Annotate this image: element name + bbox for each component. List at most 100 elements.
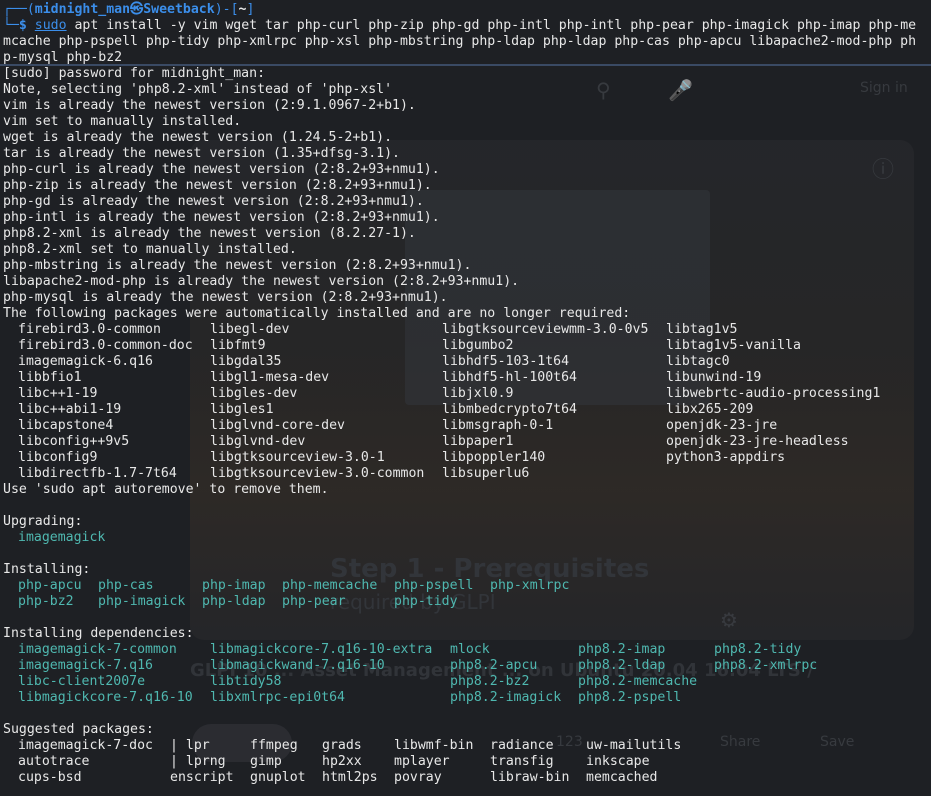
package-name: libgl1-mesa-dev: [210, 370, 330, 385]
prompt-skull-icon: ㉿: [130, 2, 144, 17]
package-name: libgtksourceviewmm-3.0-0v5: [442, 322, 649, 337]
output-line: vim is already the newest version (2:9.1…: [3, 98, 416, 113]
package-name: libdirectfb-1.7-7t64: [18, 466, 177, 481]
package-name: libconfig++9v5: [18, 434, 130, 449]
package-name: libtag1v5-vanilla: [666, 338, 801, 353]
package-name: libgtksourceview-3.0-1: [210, 450, 385, 465]
package-name: gimp: [250, 754, 282, 769]
package-name: php-memcache: [282, 578, 378, 593]
package-name: libegl-dev: [210, 322, 290, 337]
output-line: tar is already the newest version (1.35+…: [3, 146, 400, 161]
package-name: ffmpeg: [250, 738, 298, 753]
output-line: php-curl is already the newest version (…: [3, 162, 440, 177]
package-name: php8.2-imagick: [450, 690, 562, 705]
output-line: Note, selecting 'php8.2-xml' instead of …: [3, 82, 393, 97]
package-name: php-bz2: [18, 594, 74, 609]
installing-header: Installing:: [3, 562, 91, 577]
package-name: povray: [394, 770, 442, 785]
package-name: libmsgraph-0-1: [442, 418, 554, 433]
package-name: libglvnd-dev: [210, 434, 306, 449]
output-line: wget is already the newest version (1.24…: [3, 130, 393, 145]
package-name: imagemagick-7-common: [18, 642, 177, 657]
package-name: libtag1v5: [666, 322, 738, 337]
package-name: html2ps: [322, 770, 378, 785]
package-name: uw-mailutils: [586, 738, 682, 753]
package-name: libpoppler140: [442, 450, 546, 465]
package-name: mplayer: [394, 754, 450, 769]
package-name: libsuperlu6: [442, 466, 530, 481]
package-name: php-imagick: [98, 594, 186, 609]
package-name: libmbedcrypto7t64: [442, 402, 577, 417]
package-name: firebird3.0-common: [18, 322, 161, 337]
autoremove-hint: Use 'sudo apt autoremove' to remove them…: [3, 482, 329, 497]
output-line: php8.2-xml is already the newest version…: [3, 226, 416, 241]
output-line: php8.2-xml set to manually installed.: [3, 242, 297, 257]
package-name: libc++abi1-19: [18, 402, 122, 417]
package-name: libc++1-19: [18, 386, 98, 401]
package-name: enscript: [170, 770, 234, 785]
output-line: [sudo] password for midnight_man:: [3, 66, 266, 81]
package-name: libc-client2007e: [18, 674, 146, 689]
package-name: libmagickwand-7.q16-10: [210, 658, 385, 673]
package-name: php-ldap: [202, 594, 266, 609]
package-name: php-imap: [202, 578, 266, 593]
package-name: php-xmlrpc: [490, 578, 570, 593]
package-name: libgles1: [210, 402, 274, 417]
package-name: imagemagick-6.q16: [18, 354, 153, 369]
output-line: The following packages were automaticall…: [3, 306, 631, 321]
output-line: php-intl is already the newest version (…: [3, 210, 440, 225]
package-name: inkscape: [586, 754, 650, 769]
package-name: hp2xx: [322, 754, 362, 769]
package-name: libraw-bin: [490, 770, 570, 785]
package-name: libgles-dev: [210, 386, 298, 401]
prompt-user: midnight_man: [34, 2, 131, 17]
package-name: gnuplot: [250, 770, 306, 785]
package-name: libgumbo2: [442, 338, 514, 353]
package-name: php-apcu: [18, 578, 82, 593]
package-name: libx265-209: [666, 402, 754, 417]
prompt-line: ┌──(midnight_man㉿Sweetback)-[~]: [3, 2, 255, 17]
package-name: php8.2-bz2: [450, 674, 530, 689]
package-name: autotrace: [18, 754, 90, 769]
package-name: cups-bsd: [18, 770, 82, 785]
package-name: php8.2-memcache: [578, 674, 698, 689]
package-name: php-pspell: [394, 578, 474, 593]
output-line: php-mysql is already the newest version …: [3, 290, 448, 305]
package-name: php8.2-imap: [578, 642, 666, 657]
terminal-window[interactable]: ┌──(midnight_man㉿Sweetback)-[~] └─$ sudo…: [0, 0, 931, 796]
package-name: openjdk-23-jre-headless: [666, 434, 849, 449]
package-name: libmagickcore-7.q16-10: [18, 690, 193, 705]
package-name: memcached: [586, 770, 658, 785]
package-name: libglvnd-core-dev: [210, 418, 345, 433]
package-name: php8.2-xmlrpc: [714, 658, 818, 673]
package-name: libjxl0.9: [442, 386, 514, 401]
command-sudo: sudo: [34, 18, 67, 33]
output-line: vim set to manually installed.: [3, 114, 242, 129]
command-text: apt install -y vim wget tar php-curl php…: [66, 18, 917, 33]
package-name: libhdf5-103-1t64: [442, 354, 570, 369]
output-line: php-mbstring is already the newest versi…: [3, 258, 472, 273]
suggested-header: Suggested packages:: [3, 722, 154, 737]
package-name: mlock: [450, 642, 490, 657]
package-name: firebird3.0-common-doc: [18, 338, 193, 353]
package-name: libwmf-bin: [394, 738, 474, 753]
upgrading-header: Upgrading:: [3, 514, 83, 529]
command-line-1: └─$ sudo apt install -y vim wget tar php…: [3, 18, 917, 33]
package-name: php-cas: [98, 578, 154, 593]
package-name: radiance: [490, 738, 554, 753]
package-name: libtagc0: [666, 354, 730, 369]
dependencies-header: Installing dependencies:: [3, 626, 194, 641]
output-line: libapache2-mod-php is already the newest…: [3, 274, 520, 289]
package-name: php8.2-ldap: [578, 658, 666, 673]
package-name: imagemagick-7.q16: [18, 658, 153, 673]
package-name: libhdf5-hl-100t64: [442, 370, 577, 385]
prompt-host: Sweetback: [143, 2, 215, 17]
package-name: imagemagick-7-doc: [18, 738, 153, 753]
package-name: libconfig9: [18, 450, 98, 465]
package-name: php-pear: [282, 594, 346, 609]
package-name: libfmt9: [210, 338, 266, 353]
upgrading-package: imagemagick: [18, 530, 106, 545]
command-line-2: mcache php-pspell php-tidy php-xmlrpc ph…: [3, 34, 917, 49]
package-name: libtidy58: [210, 674, 282, 689]
package-name: php8.2-tidy: [714, 642, 802, 657]
